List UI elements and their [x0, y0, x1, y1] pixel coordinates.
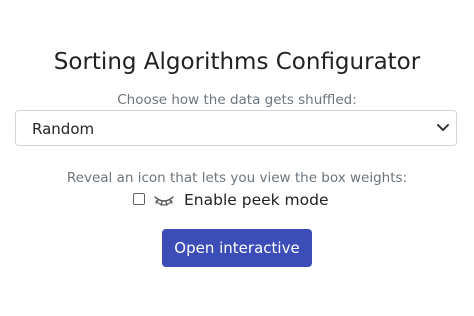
open-interactive-button[interactable]: Open interactive: [162, 229, 312, 267]
chevron-down-icon: [437, 124, 449, 131]
shuffle-select[interactable]: Random: [15, 110, 457, 146]
eye-closed-icon: [154, 196, 174, 206]
peek-mode-hint: Reveal an icon that lets you view the bo…: [66, 170, 408, 186]
page-title: Sorting Algorithms Configurator: [53, 49, 421, 75]
shuffle-select-label: Choose how the data gets shuffled:: [117, 92, 357, 108]
shuffle-select-value: Random: [32, 120, 95, 138]
peek-mode-checkbox[interactable]: [133, 193, 145, 205]
peek-mode-label[interactable]: Enable peek mode: [184, 189, 329, 211]
